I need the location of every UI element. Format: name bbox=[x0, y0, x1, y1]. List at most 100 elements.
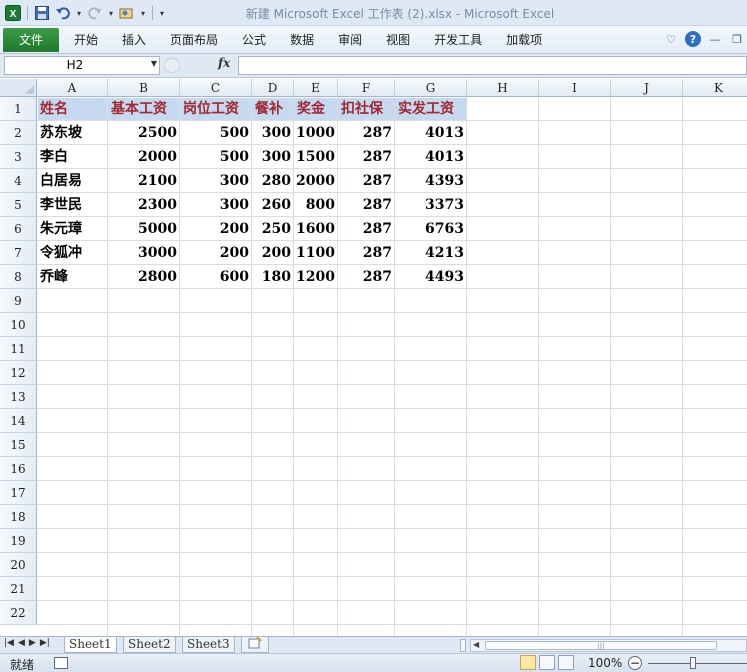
redo-dropdown-icon[interactable]: ▾ bbox=[107, 9, 115, 18]
tab-view[interactable]: 视图 bbox=[374, 26, 422, 54]
data-cell[interactable]: 2000 bbox=[294, 169, 338, 193]
last-sheet-icon[interactable]: ▶| bbox=[40, 638, 50, 648]
data-cell[interactable]: 287 bbox=[338, 121, 395, 145]
header-cell[interactable]: 姓名 bbox=[37, 97, 108, 121]
header-cell[interactable]: 奖金 bbox=[294, 97, 338, 121]
data-cell[interactable]: 1100 bbox=[294, 241, 338, 265]
row-header-20[interactable]: 20 bbox=[0, 553, 37, 577]
minimize-window-icon[interactable]: — bbox=[707, 30, 723, 48]
excel-app-icon[interactable]: X bbox=[4, 4, 22, 22]
data-cell[interactable]: 令狐冲 bbox=[37, 241, 108, 265]
column-header-e[interactable]: E bbox=[294, 79, 338, 97]
data-cell[interactable]: 李世民 bbox=[37, 193, 108, 217]
data-cell[interactable]: 287 bbox=[338, 169, 395, 193]
row-header-14[interactable]: 14 bbox=[0, 409, 37, 433]
data-cell[interactable]: 500 bbox=[180, 145, 252, 169]
undo-icon[interactable] bbox=[54, 4, 72, 22]
sheet-tab-2[interactable]: Sheet2 bbox=[123, 637, 176, 653]
row-header-13[interactable]: 13 bbox=[0, 385, 37, 409]
macro-record-icon[interactable] bbox=[54, 657, 68, 669]
row-header-2[interactable]: 2 bbox=[0, 121, 37, 145]
row-header-12[interactable]: 12 bbox=[0, 361, 37, 385]
data-cell[interactable]: 2100 bbox=[108, 169, 180, 193]
column-header-b[interactable]: B bbox=[108, 79, 180, 97]
data-cell[interactable]: 200 bbox=[180, 241, 252, 265]
data-cell[interactable]: 287 bbox=[338, 193, 395, 217]
column-header-c[interactable]: C bbox=[180, 79, 252, 97]
data-cell[interactable]: 300 bbox=[252, 121, 294, 145]
zoom-level[interactable]: 100% bbox=[588, 656, 622, 670]
column-header-f[interactable]: F bbox=[338, 79, 395, 97]
worksheet-grid[interactable]: A B C D E F G H I J K 1 2 3 4 5 6 7 8 9 10 11 12 13 14 15 16 17 18 19… bbox=[0, 79, 747, 636]
chevron-down-icon[interactable]: ▼ bbox=[151, 59, 157, 68]
tab-page-layout[interactable]: 页面布局 bbox=[158, 26, 230, 54]
row-header-17[interactable]: 17 bbox=[0, 481, 37, 505]
zoom-slider-thumb[interactable] bbox=[690, 657, 696, 669]
data-cell[interactable]: 4493 bbox=[395, 265, 467, 289]
formula-splitter-handle[interactable] bbox=[164, 58, 180, 73]
row-header-19[interactable]: 19 bbox=[0, 529, 37, 553]
help-icon[interactable]: ? bbox=[685, 31, 701, 47]
tab-review[interactable]: 审阅 bbox=[326, 26, 374, 54]
data-cell[interactable]: 287 bbox=[338, 241, 395, 265]
column-header-i[interactable]: I bbox=[539, 79, 611, 97]
data-cell[interactable]: 600 bbox=[180, 265, 252, 289]
tab-addins[interactable]: 加载项 bbox=[494, 26, 554, 54]
first-sheet-icon[interactable]: |◀ bbox=[4, 638, 14, 648]
data-cell[interactable]: 5000 bbox=[108, 217, 180, 241]
column-header-g[interactable]: G bbox=[395, 79, 467, 97]
data-cell[interactable]: 200 bbox=[180, 217, 252, 241]
row-header-8[interactable]: 8 bbox=[0, 265, 37, 289]
data-cell[interactable]: 2000 bbox=[108, 145, 180, 169]
data-cell[interactable]: 287 bbox=[338, 265, 395, 289]
data-cell[interactable]: 800 bbox=[294, 193, 338, 217]
customize-icon[interactable] bbox=[118, 4, 136, 22]
data-cell[interactable]: 260 bbox=[252, 193, 294, 217]
tab-insert[interactable]: 插入 bbox=[110, 26, 158, 54]
restore-window-icon[interactable]: ❐ bbox=[729, 30, 745, 48]
page-break-view-icon[interactable] bbox=[558, 655, 574, 670]
data-cell[interactable]: 白居易 bbox=[37, 169, 108, 193]
customize-dropdown-icon[interactable]: ▾ bbox=[139, 9, 147, 18]
row-header-6[interactable]: 6 bbox=[0, 217, 37, 241]
header-cell[interactable]: 基本工资 bbox=[108, 97, 180, 121]
data-cell[interactable]: 300 bbox=[180, 193, 252, 217]
header-cell[interactable]: 扣社保 bbox=[338, 97, 395, 121]
row-header-10[interactable]: 10 bbox=[0, 313, 37, 337]
data-cell[interactable]: 4213 bbox=[395, 241, 467, 265]
save-icon[interactable] bbox=[33, 4, 51, 22]
prev-sheet-icon[interactable]: ◀ bbox=[18, 638, 25, 648]
insert-function-icon[interactable]: fx bbox=[218, 56, 230, 70]
row-header-5[interactable]: 5 bbox=[0, 193, 37, 217]
tab-file[interactable]: 文件 bbox=[3, 28, 59, 52]
data-cell[interactable]: 6763 bbox=[395, 217, 467, 241]
data-cell[interactable]: 苏东坡 bbox=[37, 121, 108, 145]
row-header-1[interactable]: 1 bbox=[0, 97, 37, 121]
row-header-7[interactable]: 7 bbox=[0, 241, 37, 265]
row-header-21[interactable]: 21 bbox=[0, 577, 37, 601]
tab-formulas[interactable]: 公式 bbox=[230, 26, 278, 54]
undo-dropdown-icon[interactable]: ▾ bbox=[75, 9, 83, 18]
normal-view-icon[interactable] bbox=[520, 655, 536, 670]
formula-input[interactable] bbox=[238, 56, 747, 75]
select-all-button[interactable] bbox=[0, 79, 37, 97]
data-cell[interactable]: 3373 bbox=[395, 193, 467, 217]
data-cell[interactable]: 250 bbox=[252, 217, 294, 241]
data-cell[interactable]: 4013 bbox=[395, 121, 467, 145]
page-layout-view-icon[interactable] bbox=[539, 655, 555, 670]
data-cell[interactable]: 200 bbox=[252, 241, 294, 265]
zoom-out-icon[interactable]: − bbox=[628, 656, 642, 670]
redo-icon[interactable] bbox=[86, 4, 104, 22]
header-cell[interactable]: 实发工资 bbox=[395, 97, 467, 121]
data-cell[interactable]: 2800 bbox=[108, 265, 180, 289]
data-cell[interactable]: 300 bbox=[252, 145, 294, 169]
insert-sheet-icon[interactable] bbox=[241, 636, 269, 653]
data-cell[interactable]: 李白 bbox=[37, 145, 108, 169]
tab-developer[interactable]: 开发工具 bbox=[422, 26, 494, 54]
qat-more-icon[interactable]: ▾ bbox=[158, 9, 166, 18]
column-header-j[interactable]: J bbox=[611, 79, 683, 97]
scroll-thumb[interactable]: ||| bbox=[485, 641, 717, 650]
row-header-11[interactable]: 11 bbox=[0, 337, 37, 361]
data-cell[interactable]: 280 bbox=[252, 169, 294, 193]
data-cell[interactable]: 300 bbox=[180, 169, 252, 193]
